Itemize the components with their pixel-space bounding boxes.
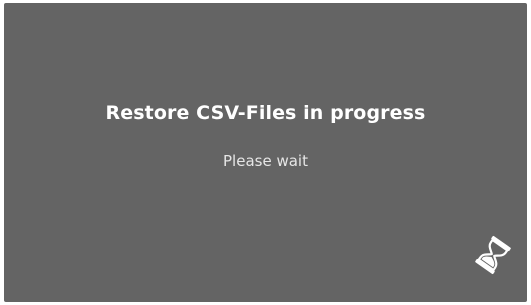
progress-title: Restore CSV-Files in progress [105,102,426,124]
progress-subtitle: Please wait [223,152,308,170]
progress-screen: Restore CSV-Files in progress Please wai… [4,3,527,302]
hourglass-icon [471,233,515,277]
